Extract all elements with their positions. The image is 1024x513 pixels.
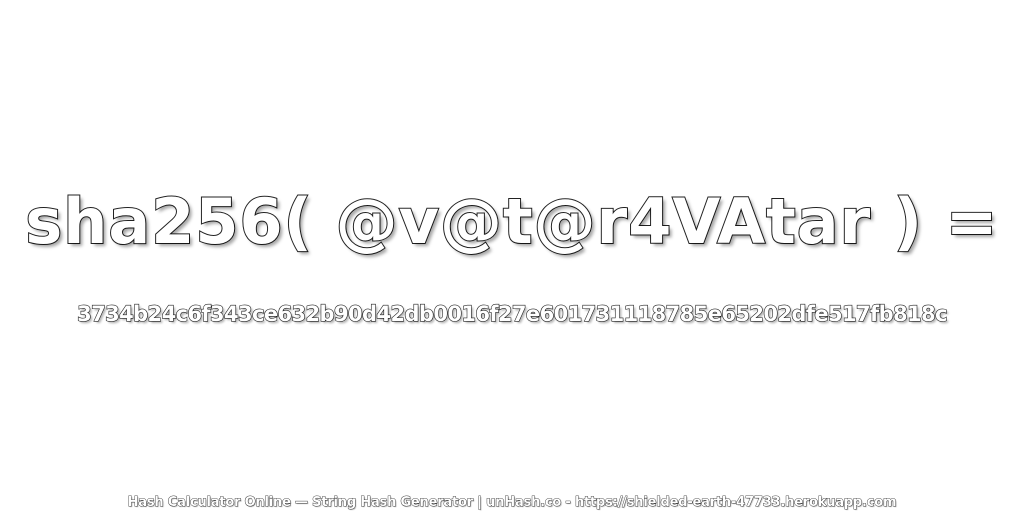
footer-credit: Hash Calculator Online — String Hash Gen… <box>127 495 897 511</box>
hash-expression-heading: sha256( @v@t@r4VAtar ) = <box>24 184 999 259</box>
hash-result-value: 3734b24c6f343ce632b90d42db0016f27e601731… <box>76 301 948 326</box>
